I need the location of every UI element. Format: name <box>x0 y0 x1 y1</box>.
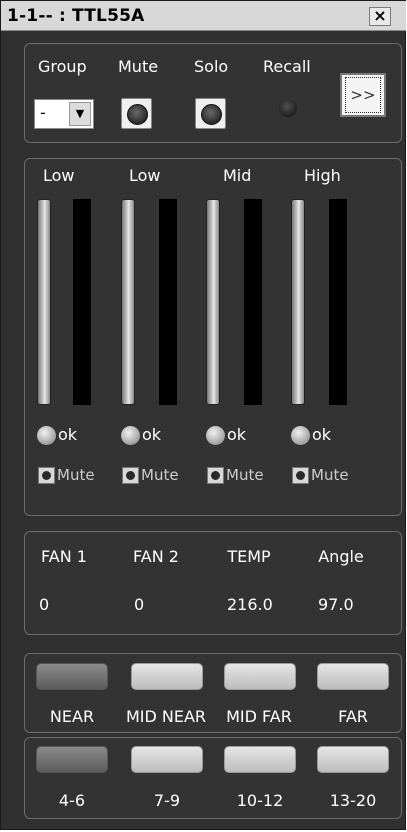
range-label: 7-9 <box>153 791 181 810</box>
mute-button[interactable] <box>121 98 152 129</box>
range-label: 13-20 <box>329 791 377 810</box>
status-text: ok <box>142 425 162 444</box>
range-button-7-9[interactable] <box>131 746 203 773</box>
range-button-4-6[interactable] <box>36 746 108 773</box>
gain-meter <box>159 199 177 405</box>
range-label: 4-6 <box>58 791 86 810</box>
level-meter <box>37 199 51 405</box>
recall-label: Recall <box>263 57 311 76</box>
status-led-icon <box>206 426 225 445</box>
band-label: Low <box>129 166 161 185</box>
level-meter <box>206 199 220 405</box>
band-mute-checkbox[interactable] <box>207 467 224 484</box>
zone-button-far[interactable] <box>317 663 389 690</box>
readout-value: 216.0 <box>227 595 273 614</box>
close-button[interactable]: × <box>369 7 391 26</box>
readout-value: 0 <box>39 595 50 614</box>
recall-led-icon <box>279 99 297 117</box>
status-led-icon <box>37 426 56 445</box>
close-icon: × <box>373 6 387 25</box>
readout-label: TEMP <box>227 547 271 566</box>
range-label: 10-12 <box>236 791 284 810</box>
zone-label: MID FAR <box>226 707 292 726</box>
status-text: ok <box>312 425 332 444</box>
solo-label: Solo <box>194 57 229 76</box>
level-meter <box>121 199 135 405</box>
range-button-10-12[interactable] <box>224 746 296 773</box>
status-text: ok <box>227 425 247 444</box>
readout-label: FAN 1 <box>41 547 87 566</box>
zone-label: NEAR <box>49 707 95 726</box>
group-label: Group <box>38 57 87 76</box>
readout-label: FAN 2 <box>133 547 179 566</box>
band-mute-label: Mute <box>311 466 349 484</box>
zone-button-mid-far[interactable] <box>224 663 296 690</box>
gain-meter <box>329 199 347 405</box>
band-mute-checkbox[interactable] <box>292 467 309 484</box>
band-mute-label: Mute <box>141 466 179 484</box>
status-led-icon <box>291 426 310 445</box>
band-mute-label: Mute <box>57 466 95 484</box>
next-button[interactable]: >> <box>340 73 386 117</box>
readout-value: 97.0 <box>318 595 354 614</box>
band-label: High <box>304 166 341 185</box>
status-text: ok <box>58 425 78 444</box>
level-meter <box>291 199 305 405</box>
mute-label: Mute <box>118 57 159 76</box>
next-button-label: >> <box>345 77 381 113</box>
window-title: 1-1-- : TTL55A <box>7 6 145 26</box>
zone-label: MID NEAR <box>125 707 207 726</box>
chevron-down-icon[interactable]: ▼ <box>69 102 91 126</box>
band-mute-checkbox[interactable] <box>38 467 55 484</box>
status-led-icon <box>121 426 140 445</box>
readout-label: Angle <box>318 547 364 566</box>
range-button-13-20[interactable] <box>317 746 389 773</box>
band-mute-checkbox[interactable] <box>122 467 139 484</box>
group-dropdown[interactable]: - ▼ <box>34 99 94 129</box>
readout-value: 0 <box>134 595 145 614</box>
mute-led-icon <box>127 104 148 125</box>
zone-label: FAR <box>338 707 368 726</box>
gain-meter <box>73 199 91 405</box>
band-label: Mid <box>223 166 252 185</box>
zone-button-mid-near[interactable] <box>131 663 203 690</box>
title-bar[interactable]: 1-1-- : TTL55A × <box>1 1 406 31</box>
plugin-window: 1-1-- : TTL55A × Group Mute Solo Recall … <box>0 0 406 830</box>
solo-led-icon <box>201 104 222 125</box>
zone-button-near[interactable] <box>36 663 108 690</box>
solo-button[interactable] <box>195 98 226 129</box>
group-value: - <box>40 103 46 122</box>
band-mute-label: Mute <box>226 466 264 484</box>
band-label: Low <box>43 166 75 185</box>
gain-meter <box>244 199 262 405</box>
